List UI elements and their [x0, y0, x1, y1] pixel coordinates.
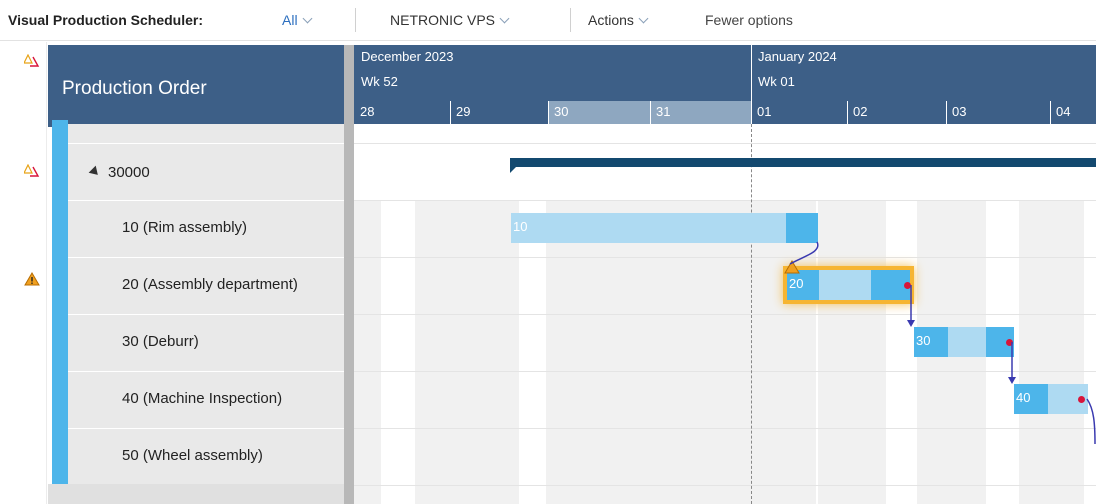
day-tick: [548, 101, 549, 124]
day-label: 04: [1056, 104, 1071, 119]
chevron-down-icon: [499, 13, 510, 24]
fewer-options-button[interactable]: Fewer options: [705, 12, 793, 28]
operation-row-50[interactable]: 50 (Wheel assembly): [122, 447, 263, 464]
day-tick: [847, 101, 848, 124]
day-label: 29: [456, 104, 471, 119]
day-cell[interactable]: 01: [751, 101, 847, 124]
group-label: 30000: [108, 164, 150, 181]
filter-label: All: [282, 12, 298, 28]
day-tick: [1050, 101, 1051, 124]
week-label: Wk 52: [361, 74, 398, 89]
operation-row-30[interactable]: 30 (Deburr): [122, 333, 199, 350]
warning-stack-icon[interactable]: [24, 164, 40, 178]
day-tick: [450, 101, 451, 124]
next-order-row[interactable]: [48, 484, 344, 504]
day-label: 31: [656, 104, 671, 119]
toolbar-separator: [355, 8, 356, 32]
row-separator: [68, 428, 344, 429]
order-color-strip: [52, 120, 68, 504]
day-cell[interactable]: 30: [548, 101, 650, 124]
order-tree: 30000 10 (Rim assembly) 20 (Assembly dep…: [68, 124, 344, 504]
collapse-triangle-icon[interactable]: [88, 165, 102, 179]
day-label: 02: [853, 104, 868, 119]
operation-row-40[interactable]: 40 (Machine Inspection): [122, 390, 282, 407]
scheduler-title: Visual Production Scheduler:: [8, 12, 204, 28]
day-cell[interactable]: 29: [450, 101, 548, 124]
operation-row-20[interactable]: 20 (Assembly department): [122, 276, 298, 293]
month-label: January 2024: [758, 49, 837, 64]
toolbar: Visual Production Scheduler: All NETRONI…: [0, 0, 1096, 41]
actions-menu[interactable]: Actions: [588, 12, 649, 28]
operation-row-10[interactable]: 10 (Rim assembly): [122, 219, 247, 236]
chevron-down-icon: [302, 13, 313, 24]
warning-triangle-icon[interactable]: [24, 272, 40, 286]
indicator-column: [0, 42, 47, 504]
vps-label: NETRONIC VPS: [390, 12, 496, 28]
row-separator: [68, 314, 344, 315]
day-cell[interactable]: 02: [847, 101, 946, 124]
column-title: Production Order: [62, 78, 207, 99]
row-separator: [68, 200, 344, 201]
pane-splitter[interactable]: [344, 45, 354, 504]
production-order-header[interactable]: Production Order: [48, 45, 348, 127]
row-separator: [68, 371, 344, 372]
actions-label: Actions: [588, 12, 634, 28]
day-label: 01: [757, 104, 772, 119]
gantt-chart[interactable]: 10 20 30 40: [354, 124, 1096, 504]
day-cell[interactable]: 31: [650, 101, 751, 124]
group-row-30000[interactable]: 30000: [88, 164, 150, 181]
toolbar-separator: [570, 8, 571, 32]
day-tick: [946, 101, 947, 124]
day-label: 03: [952, 104, 967, 119]
day-cell[interactable]: 04: [1050, 101, 1096, 124]
warning-stack-icon[interactable]: [24, 54, 40, 68]
chevron-down-icon: [638, 13, 649, 24]
week-label: Wk 01: [758, 74, 795, 89]
day-cell[interactable]: 28: [354, 101, 450, 124]
month-label: December 2023: [361, 49, 454, 64]
day-tick: [650, 101, 651, 124]
row-separator: [68, 257, 344, 258]
timeline-header: December 2023 Wk 52 January 2024 Wk 01 2…: [354, 45, 1096, 124]
day-label: 30: [554, 104, 569, 119]
row-separator: [68, 143, 344, 144]
day-label: 28: [360, 104, 375, 119]
filter-dropdown[interactable]: All: [282, 12, 313, 28]
day-cell[interactable]: 03: [946, 101, 1050, 124]
netronic-vps-menu[interactable]: NETRONIC VPS: [390, 12, 510, 28]
dependency-links: [789, 241, 1096, 445]
